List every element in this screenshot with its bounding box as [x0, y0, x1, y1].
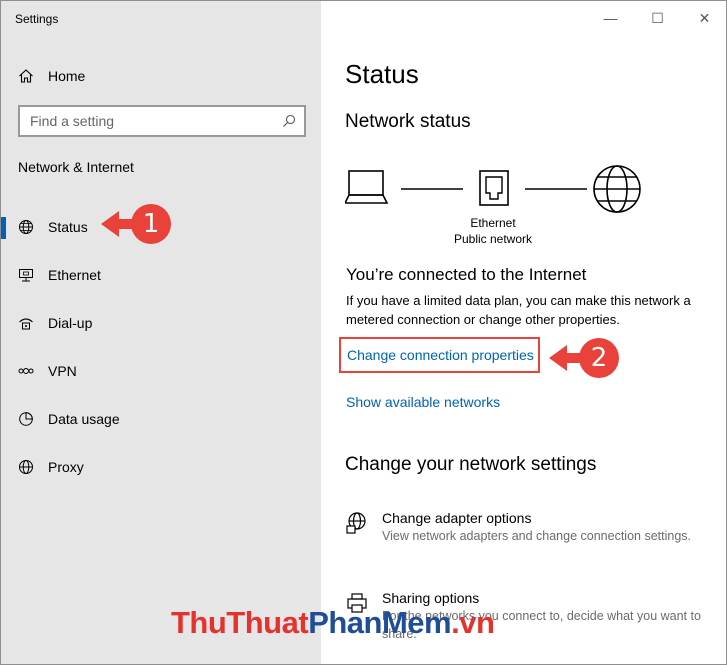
watermark-part: ThuThuat: [171, 605, 309, 640]
ethernet-icon: [19, 269, 33, 282]
minimize-button[interactable]: —: [587, 1, 634, 35]
sidebar-item-data-usage[interactable]: Data usage: [1, 395, 321, 443]
change-connection-properties-link[interactable]: Change connection properties: [347, 347, 534, 363]
section-title: Network & Internet: [18, 159, 134, 175]
watermark-part: PhanMem: [308, 605, 452, 640]
network-caption: Ethernet Public network: [445, 215, 541, 247]
show-available-networks-link[interactable]: Show available networks: [346, 394, 500, 410]
sidebar-item-label: Data usage: [48, 411, 120, 427]
option-change-adapter[interactable]: Change adapter options View network adap…: [345, 509, 725, 545]
option-description: View network adapters and change connect…: [382, 529, 691, 543]
sidebar-item-proxy[interactable]: Proxy: [1, 443, 321, 491]
globe-icon: [19, 220, 33, 234]
adapter-name: Ethernet: [470, 216, 516, 230]
home-icon: [19, 69, 33, 83]
maximize-button[interactable]: ☐: [634, 1, 681, 35]
sidebar-item-ethernet[interactable]: Ethernet: [1, 251, 321, 299]
data-usage-icon: [19, 412, 33, 426]
home-nav-item[interactable]: Home: [18, 64, 85, 88]
adapter-globe-icon: [346, 512, 366, 534]
callout-1: 1: [101, 204, 171, 244]
sidebar: Settings Home Network & Internet: [1, 1, 321, 664]
search-icon[interactable]: [282, 114, 296, 128]
description-line: If you have a limited data plan, you can…: [346, 293, 691, 308]
home-label: Home: [48, 68, 86, 84]
network-type: Public network: [453, 232, 533, 246]
page-title: Status: [345, 59, 419, 89]
sidebar-nav: Status Ethernet Dial-up VPN Data usage P…: [1, 203, 321, 491]
sidebar-item-label: Status: [48, 219, 88, 235]
sidebar-item-label: Dial-up: [48, 315, 93, 331]
description-line: metered connection or change other prope…: [346, 312, 620, 327]
network-status-heading: Network status: [345, 111, 471, 132]
close-button[interactable]: ✕: [681, 1, 726, 35]
change-settings-heading: Change your network settings: [345, 454, 597, 475]
sidebar-item-vpn[interactable]: VPN: [1, 347, 321, 395]
watermark: ThuThuatPhanMem.vn: [171, 605, 495, 641]
vpn-icon: [18, 368, 34, 374]
laptop-icon: [345, 170, 389, 204]
watermark-part: .vn: [451, 605, 495, 640]
window-controls: — ☐ ✕: [587, 1, 726, 35]
globe-icon: [19, 460, 33, 474]
option-title: Change adapter options: [382, 510, 532, 526]
app-title: Settings: [15, 12, 59, 26]
search-box[interactable]: [18, 105, 306, 137]
connected-description: If you have a limited data plan, you can…: [346, 291, 726, 329]
callout-2: 2: [549, 338, 619, 378]
settings-window: Settings Home Network & Internet: [0, 0, 727, 665]
callout-number: 2: [579, 338, 619, 378]
internet-globe-icon: [593, 165, 641, 213]
ethernet-port-icon: [479, 170, 509, 206]
sidebar-item-label: Ethernet: [48, 267, 101, 283]
sidebar-item-label: Proxy: [48, 459, 84, 475]
sidebar-item-label: VPN: [48, 363, 77, 379]
connected-heading: You’re connected to the Internet: [346, 265, 587, 284]
change-properties-highlight: Change connection properties: [339, 337, 540, 373]
main-panel: — ☐ ✕ Status Network status Ethernet Pub…: [321, 1, 726, 664]
dialup-icon: [19, 318, 33, 330]
search-input[interactable]: [30, 113, 282, 129]
sidebar-item-dialup[interactable]: Dial-up: [1, 299, 321, 347]
callout-number: 1: [131, 204, 171, 244]
